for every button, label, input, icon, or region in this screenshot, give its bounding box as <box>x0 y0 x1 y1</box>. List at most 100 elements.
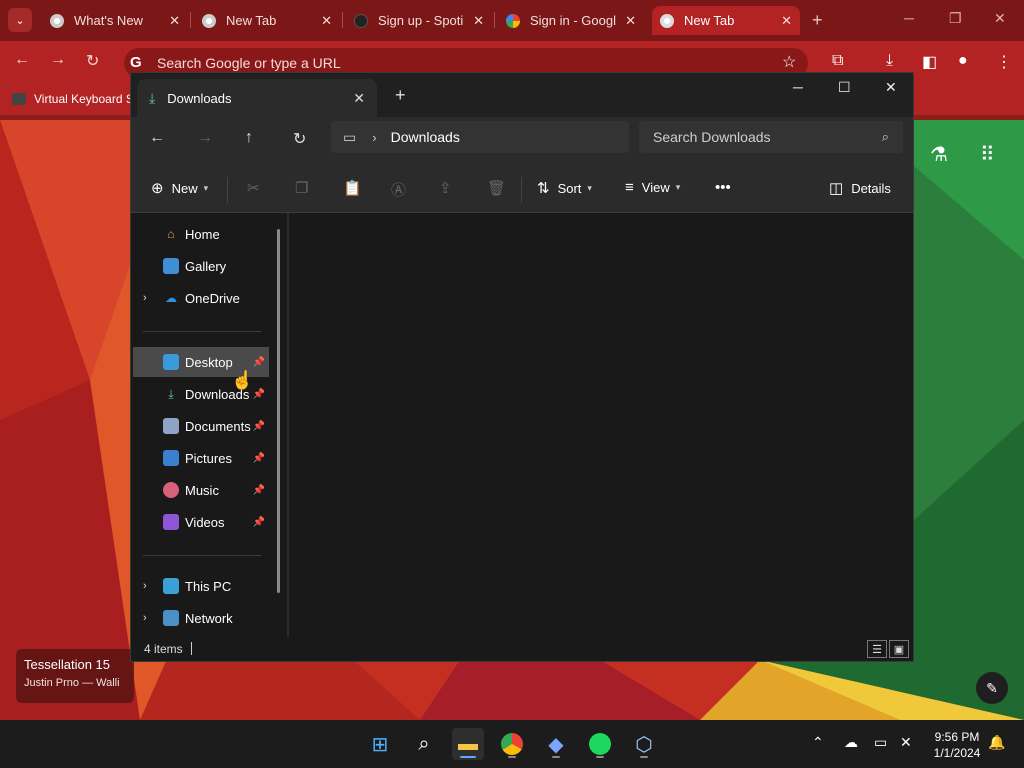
pin-icon[interactable]: 📌 <box>253 485 265 496</box>
tab-search-button[interactable]: ⌄ <box>8 8 32 32</box>
extensions-icon[interactable]: ⧉ <box>832 52 843 70</box>
nav-onedrive[interactable]: › ☁ OneDrive <box>133 283 269 313</box>
breadcrumb-downloads[interactable]: Downloads <box>391 129 460 145</box>
forward-icon[interactable]: → <box>50 51 66 69</box>
nav-videos[interactable]: Videos 📌 <box>133 507 269 537</box>
cloud-offline-icon[interactable]: ☁ <box>844 734 858 751</box>
search-box[interactable]: Search Downloads ⌕ <box>639 121 903 153</box>
more-options-button[interactable]: ••• <box>715 179 739 196</box>
view-lines-icon: ≡ <box>625 179 634 196</box>
new-tab-button[interactable]: + <box>812 10 823 31</box>
delete-button[interactable]: 🗑 <box>487 179 514 197</box>
nav-documents[interactable]: Documents 📌 <box>133 411 269 441</box>
labs-icon[interactable]: ⚗ <box>930 142 948 167</box>
close-window-icon[interactable]: ✕ <box>994 10 1006 27</box>
clock[interactable]: 9:56 PM 1/1/2024 <box>924 729 990 761</box>
chevron-down-icon: ▾ <box>587 182 592 193</box>
new-tab-button[interactable]: + <box>395 85 406 106</box>
minimize-icon[interactable]: ─ <box>904 10 914 26</box>
download-icon[interactable]: ⤓ <box>886 52 893 70</box>
nav-pictures[interactable]: Pictures 📌 <box>133 443 269 473</box>
tab-new-tab-1[interactable]: New Tab ✕ <box>194 6 340 35</box>
details-button[interactable]: ◫ Details <box>829 179 891 197</box>
plus-circle-icon: ⊕ <box>151 180 164 197</box>
search-input[interactable]: Search Downloads <box>653 129 882 145</box>
close-icon[interactable]: ✕ <box>321 13 332 29</box>
mute-icon[interactable]: ✕ <box>900 734 912 751</box>
explorer-body: ⌂ Home Gallery › ☁ OneDrive Desktop 📌 ⤓ … <box>131 213 913 637</box>
sort-button[interactable]: ⇅ Sort ▾ <box>537 179 592 197</box>
search-button[interactable]: ⌕ <box>408 728 440 760</box>
nav-gallery[interactable]: Gallery <box>133 251 269 281</box>
ellipsis-icon: ••• <box>715 179 731 196</box>
pin-icon[interactable]: 📌 <box>253 389 265 400</box>
share-button[interactable]: ⇪ <box>439 179 460 197</box>
back-icon[interactable]: ← <box>14 51 30 69</box>
nav-network[interactable]: › Network <box>133 603 269 633</box>
forward-icon[interactable]: → <box>197 129 213 147</box>
bookmark-star-icon[interactable]: ☆ <box>782 52 796 72</box>
maximize-icon[interactable]: ☐ <box>838 79 851 96</box>
minimize-icon[interactable]: ─ <box>793 79 803 95</box>
back-icon[interactable]: ← <box>149 129 165 147</box>
windows-icon: ⊞ <box>371 733 389 756</box>
tab-spotify-signup[interactable]: Sign up - Spoti ✕ <box>346 6 492 35</box>
reload-icon[interactable]: ↻ <box>86 51 99 71</box>
close-icon[interactable]: ✕ <box>169 13 180 29</box>
new-button[interactable]: ⊕ New ▾ <box>151 179 208 197</box>
nav-scrollbar[interactable] <box>277 229 280 593</box>
chevron-right-icon[interactable]: › <box>143 580 147 592</box>
notification-bell-icon[interactable]: 🔔 <box>988 734 1005 751</box>
profile-icon[interactable]: ● <box>958 52 968 70</box>
chrome-button[interactable] <box>496 728 528 760</box>
details-view-toggle[interactable]: ☰ <box>867 640 887 658</box>
paste-button[interactable]: 📋 <box>343 179 370 197</box>
close-icon[interactable]: ✕ <box>781 13 792 29</box>
up-icon[interactable]: ↑ <box>245 129 253 147</box>
tab-new-tab-active[interactable]: New Tab ✕ <box>652 6 800 35</box>
nav-music[interactable]: Music 📌 <box>133 475 269 505</box>
pin-icon[interactable]: 📌 <box>253 453 265 464</box>
menu-icon[interactable]: ⋮ <box>996 52 1012 72</box>
copilot-button[interactable]: ◆ <box>540 728 572 760</box>
view-button[interactable]: ≡ View ▾ <box>625 179 680 196</box>
omnibox-placeholder[interactable]: Search Google or type a URL <box>157 55 341 71</box>
bookmark-virtual-keyboard[interactable]: Virtual Keyboard S <box>12 92 134 106</box>
chevron-right-icon[interactable]: › <box>143 612 147 624</box>
pin-icon[interactable]: 📌 <box>253 517 265 528</box>
close-tab-icon[interactable]: ✕ <box>353 90 365 107</box>
apps-grid-icon[interactable]: ⠿ <box>980 142 995 167</box>
computer-icon: ▭ <box>343 128 357 145</box>
chevron-right-icon[interactable]: › <box>143 292 147 304</box>
cut-button[interactable]: ✂ <box>247 179 268 197</box>
file-explorer-button[interactable]: ▬ <box>452 728 484 760</box>
spotify-button[interactable] <box>584 728 616 760</box>
tab-google-signin[interactable]: Sign in - Googl ✕ <box>498 6 644 35</box>
address-bar[interactable]: ▭ › Downloads <box>331 121 629 153</box>
wallpaper-attribution[interactable]: Tessellation 15 Justin Prno — Walli <box>16 649 134 703</box>
nav-home[interactable]: ⌂ Home <box>133 219 269 249</box>
tab-strip: ⌄ What's New ✕ New Tab ✕ Sign up - Spoti… <box>0 0 1024 41</box>
pin-icon[interactable]: 📌 <box>253 421 265 432</box>
nav-this-pc[interactable]: › This PC <box>133 571 269 601</box>
rename-button[interactable]: Ⓐ <box>391 179 414 200</box>
virtualbox-button[interactable]: ⬡ <box>628 728 660 760</box>
chevron-up-icon[interactable]: ⌃ <box>812 734 824 751</box>
refresh-icon[interactable]: ↻ <box>293 129 306 149</box>
chevron-right-icon[interactable]: › <box>372 130 376 145</box>
pin-icon[interactable]: 📌 <box>253 357 265 368</box>
pane-divider[interactable] <box>287 213 289 637</box>
copy-button[interactable]: ❐ <box>295 179 316 197</box>
close-icon[interactable]: ✕ <box>625 13 636 29</box>
tab-whats-new[interactable]: What's New ✕ <box>42 6 188 35</box>
start-button[interactable]: ⊞ <box>364 728 396 760</box>
close-window-icon[interactable]: ✕ <box>885 79 897 96</box>
copy-icon: ❐ <box>295 180 309 197</box>
network-icon[interactable]: ▭ <box>874 734 887 751</box>
restore-icon[interactable]: ❐ <box>949 10 962 27</box>
tiles-view-toggle[interactable]: ▣ <box>889 640 909 658</box>
side-panel-icon[interactable]: ◧ <box>922 52 937 72</box>
explorer-tab-downloads[interactable]: ⤓ Downloads ✕ <box>137 79 377 117</box>
customize-button[interactable]: ✎ <box>976 672 1008 704</box>
close-icon[interactable]: ✕ <box>473 13 484 29</box>
